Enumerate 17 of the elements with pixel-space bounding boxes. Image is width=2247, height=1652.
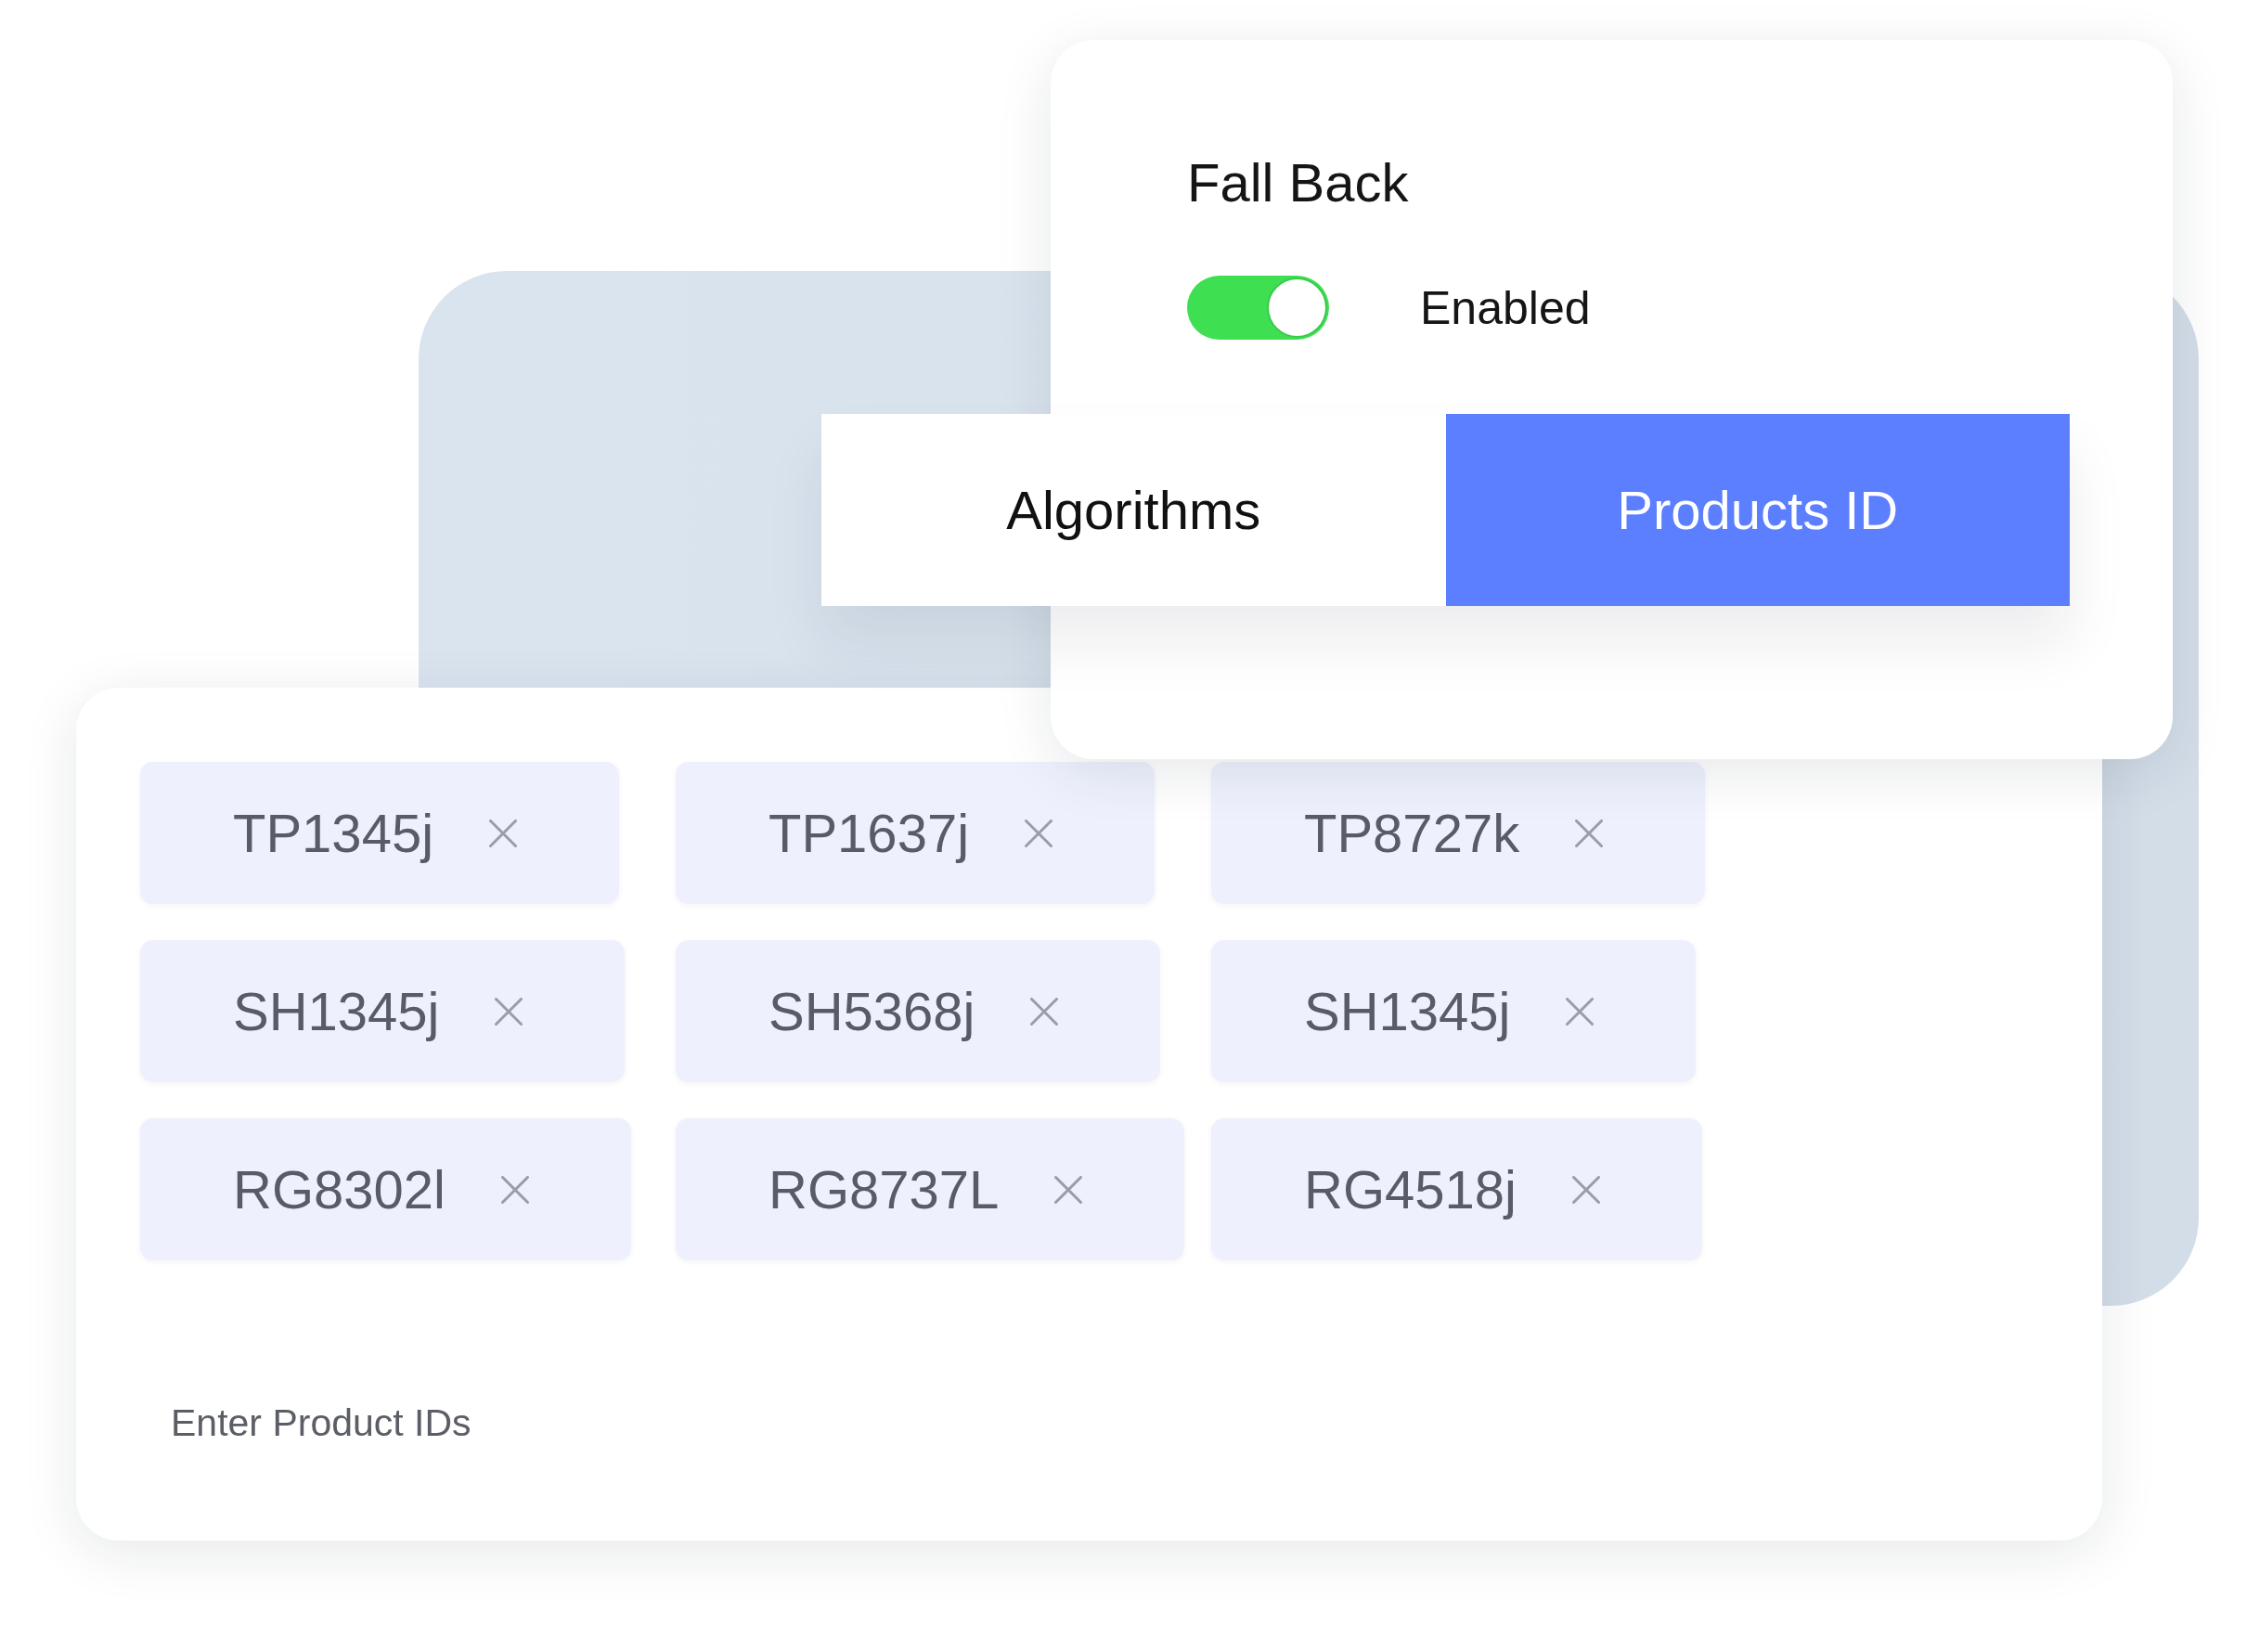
close-icon[interactable] [1025,819,1053,847]
panel-title: Fall Back [1187,151,1410,214]
close-icon[interactable] [1571,1175,1600,1204]
close-icon[interactable] [1054,1175,1083,1204]
tab[interactable]: Algorithms [821,414,1446,606]
product-id-input[interactable]: Enter Product IDs [171,1390,1730,1455]
close-icon[interactable] [1575,819,1604,847]
close-icon[interactable] [500,1175,529,1204]
close-icon[interactable] [495,997,523,1026]
tag-label: TP8727k [1304,806,1520,860]
tag-label: RG8737L [768,1162,1000,1217]
toggle-label: Enabled [1420,280,1591,336]
close-icon[interactable] [489,819,518,847]
close-icon[interactable] [1030,997,1059,1026]
close-icon[interactable] [1566,997,1595,1026]
tab[interactable]: Products ID [1445,414,2070,606]
tag-label: RG8302l [233,1162,446,1217]
